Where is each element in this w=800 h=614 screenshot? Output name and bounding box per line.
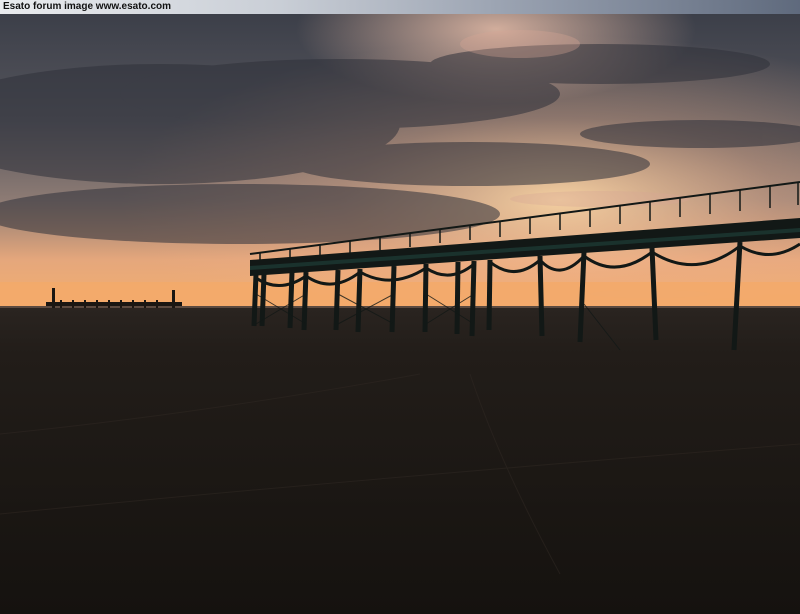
beach [0, 308, 800, 614]
watermark-bar: Esato forum image www.esato.com [0, 0, 800, 14]
watermark-text: Esato forum image www.esato.com [3, 1, 172, 12]
image-viewer: Esato forum image www.esato.com [0, 0, 800, 614]
photo [0, 14, 800, 614]
